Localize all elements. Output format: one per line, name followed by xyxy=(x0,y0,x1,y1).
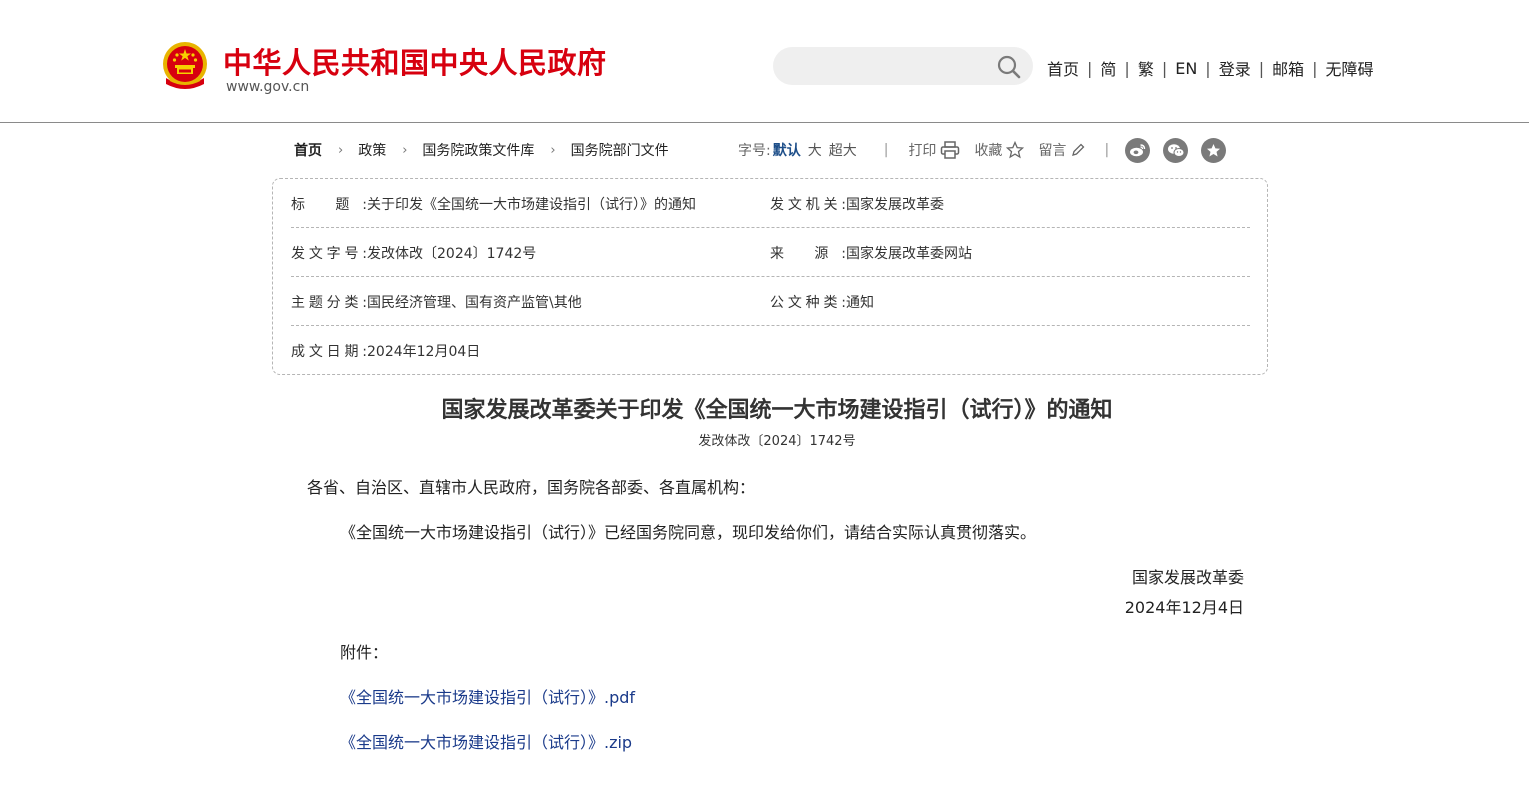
meta-key: 主题分类: xyxy=(291,295,367,311)
top-nav: 首页 | 简 | 繁 | EN | 登录 | 邮箱 | 无障碍 xyxy=(1047,56,1374,80)
font-size-label: 字号: xyxy=(738,143,771,159)
meta-source-cell: 来 源:国家发展改革委网站 xyxy=(770,243,972,263)
comment-label: 留言 xyxy=(1038,143,1067,159)
font-size-xlarge[interactable]: 超大 xyxy=(829,140,857,160)
star-icon xyxy=(1006,141,1025,159)
nav-separator: | xyxy=(1124,58,1130,78)
meta-date-cell: 成文日期:2024年12月04日 xyxy=(291,341,480,361)
favorite-circle-icon xyxy=(1207,143,1221,156)
search-icon[interactable] xyxy=(996,54,1022,80)
signature-org: 国家发展改革委 xyxy=(1131,568,1244,587)
nav-mailbox[interactable]: 邮箱 xyxy=(1272,56,1304,80)
attachment-pdf-link[interactable]: 《全国统一大市场建设指引（试行）》.pdf xyxy=(340,684,635,708)
meta-doctype-cell: 公文种类:通知 xyxy=(770,292,874,312)
font-size-default[interactable]: 默认 xyxy=(773,140,801,160)
favorite-button[interactable]: 收藏 xyxy=(974,140,1025,160)
meta-key: 公文种类: xyxy=(770,295,846,311)
meta-key: 标 题: xyxy=(291,197,367,213)
print-label: 打印 xyxy=(908,143,937,159)
nav-accessibility[interactable]: 无障碍 xyxy=(1326,56,1374,80)
meta-row: 发文字号:发改体改〔2024〕1742号 来 源:国家发展改革委网站 xyxy=(291,228,1250,277)
meta-value-date: 2024年12月04日 xyxy=(367,344,481,360)
article-salutation: 各省、自治区、直辖市人民政府，国务院各部委、各直属机构： xyxy=(307,478,756,497)
document-meta-box: 标 题:关于印发《全国统一大市场建设指引（试行）》的通知 发文机关:国家发展改革… xyxy=(272,178,1268,375)
meta-key: 发文机关: xyxy=(770,197,846,213)
site-title[interactable]: 中华人民共和国中央人民政府 xyxy=(223,40,607,82)
pencil-icon xyxy=(1072,143,1085,156)
wechat-icon xyxy=(1167,143,1185,157)
nav-separator: | xyxy=(1161,58,1168,78)
site-header: 中华人民共和国中央人民政府 www.gov.cn 首页 | 简 | 繁 | EN… xyxy=(0,0,1529,123)
meta-key: 来 源: xyxy=(770,246,846,262)
comment-button[interactable]: 留言 xyxy=(1038,140,1086,160)
meta-row: 标 题:关于印发《全国统一大市场建设指引（试行）》的通知 发文机关:国家发展改革… xyxy=(291,179,1250,228)
meta-docno-cell: 发文字号:发改体改〔2024〕1742号 xyxy=(291,243,536,263)
nav-home[interactable]: 首页 xyxy=(1047,56,1079,80)
meta-value-doctype: 通知 xyxy=(846,295,874,311)
chevron-right-icon: › xyxy=(338,142,344,158)
nav-login[interactable]: 登录 xyxy=(1219,56,1251,80)
search-input[interactable] xyxy=(789,55,989,77)
meta-value-source: 国家发展改革委网站 xyxy=(846,246,972,262)
breadcrumb-home[interactable]: 首页 xyxy=(294,140,322,160)
breadcrumb-policy-library[interactable]: 国务院政策文件库 xyxy=(422,140,534,160)
meta-key: 发文字号: xyxy=(291,246,367,262)
font-size-large[interactable]: 大 xyxy=(808,140,822,160)
print-icon xyxy=(941,141,960,159)
nav-separator: | xyxy=(1258,58,1265,78)
meta-title-cell: 标 题:关于印发《全国统一大市场建设指引（试行）》的通知 xyxy=(291,194,696,214)
article-title: 国家发展改革委关于印发《全国统一大市场建设指引（试行）》的通知 xyxy=(441,397,1113,423)
chevron-right-icon: › xyxy=(550,142,556,158)
site-domain: www.gov.cn xyxy=(226,79,310,95)
meta-value-category: 国民经济管理、国有资产监管\其他 xyxy=(367,295,582,311)
signature-date: 2024年12月4日 xyxy=(1124,598,1244,617)
weibo-share-button[interactable] xyxy=(1125,137,1151,163)
meta-value-docno: 发改体改〔2024〕1742号 xyxy=(367,246,537,262)
breadcrumb-department-docs[interactable]: 国务院部门文件 xyxy=(571,140,669,160)
meta-issuer-cell: 发文机关:国家发展改革委 xyxy=(770,194,944,214)
meta-value-issuer: 国家发展改革委 xyxy=(846,197,944,213)
nav-separator: | xyxy=(1205,58,1211,78)
meta-key: 成文日期: xyxy=(291,344,367,360)
meta-category-cell: 主题分类:国民经济管理、国有资产监管\其他 xyxy=(291,292,582,312)
nav-simplified[interactable]: 简 xyxy=(1100,56,1116,80)
search-box xyxy=(773,47,1033,85)
meta-row: 成文日期:2024年12月04日 xyxy=(291,326,1250,375)
print-button[interactable]: 打印 xyxy=(908,140,960,160)
meta-row: 主题分类:国民经济管理、国有资产监管\其他 公文种类:通知 xyxy=(291,277,1250,326)
nav-separator: | xyxy=(1087,58,1093,78)
national-emblem-icon[interactable] xyxy=(160,40,210,94)
chevron-right-icon: › xyxy=(402,142,408,158)
article-doc-number: 发改体改〔2024〕1742号 xyxy=(698,434,856,449)
toolbar-divider: | xyxy=(1104,142,1110,158)
meta-value-title: 关于印发《全国统一大市场建设指引（试行）》的通知 xyxy=(367,197,696,213)
attachment-zip-link[interactable]: 《全国统一大市场建设指引（试行）》.zip xyxy=(340,729,632,753)
nav-english[interactable]: EN xyxy=(1175,59,1197,78)
favorite-share-button[interactable] xyxy=(1201,137,1227,163)
breadcrumb: 首页 › 政策 › 国务院政策文件库 › 国务院部门文件 xyxy=(294,140,669,160)
share-group xyxy=(1125,137,1239,163)
favorite-label: 收藏 xyxy=(974,143,1003,159)
breadcrumb-policy[interactable]: 政策 xyxy=(358,140,386,160)
nav-traditional[interactable]: 繁 xyxy=(1138,56,1154,80)
toolbar-divider: | xyxy=(883,142,889,158)
weibo-icon xyxy=(1130,144,1146,157)
article-toolbar: 字号: 默认 大 超大 | 打印 收藏 留言 | xyxy=(738,137,1239,163)
article-body: 《全国统一大市场建设指引（试行）》已经国务院同意，现印发给你们，请结合实际认真贯… xyxy=(340,523,1037,542)
nav-separator: | xyxy=(1312,58,1318,78)
attachments-label: 附件： xyxy=(340,643,389,662)
wechat-share-button[interactable] xyxy=(1163,137,1189,163)
